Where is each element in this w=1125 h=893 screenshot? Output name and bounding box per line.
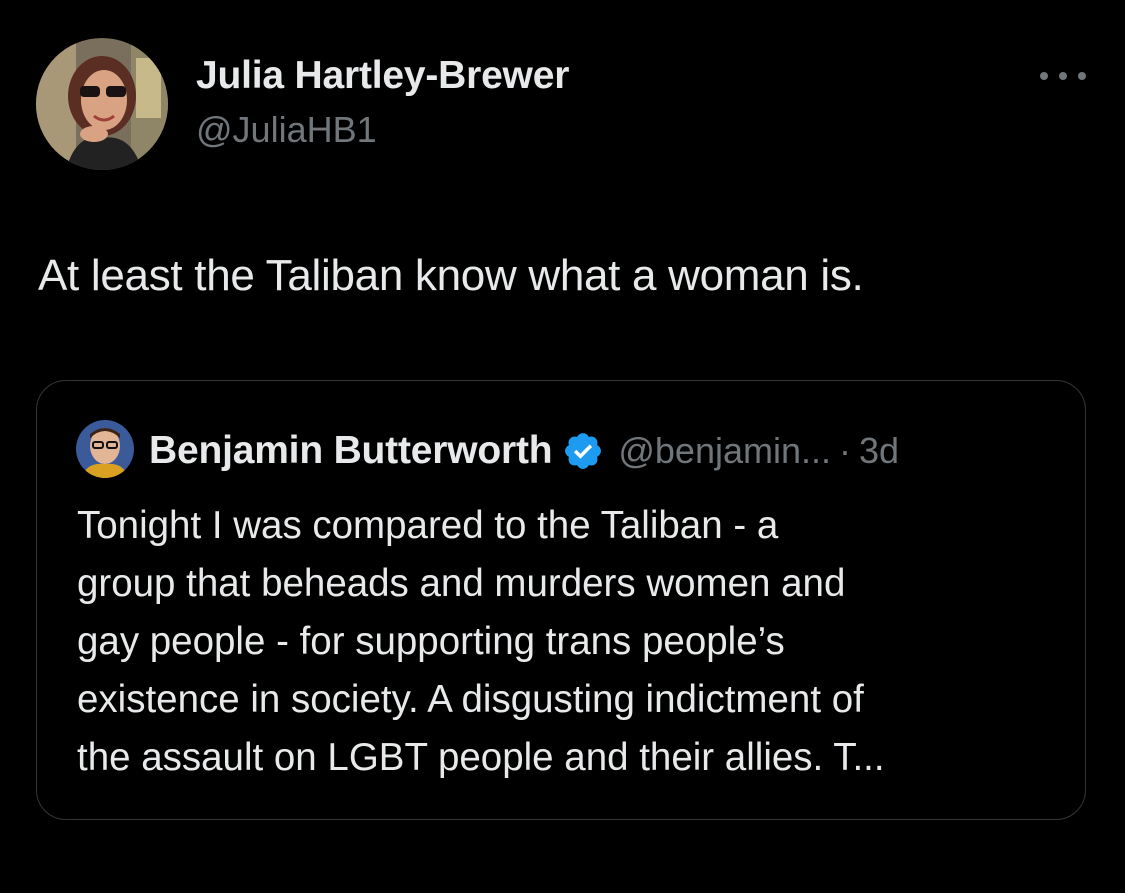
verified-badge-icon: [565, 433, 602, 469]
quoted-author-handle[interactable]: @benjamin...: [618, 430, 831, 472]
author-avatar[interactable]: [36, 38, 168, 170]
author-photo: [36, 38, 168, 170]
author-name[interactable]: Julia Hartley-Brewer: [196, 54, 569, 98]
quoted-text-line: group that beheads and murders women and: [77, 562, 846, 605]
quoted-author-avatar[interactable]: [76, 420, 134, 478]
quoted-tweet-time[interactable]: 3d: [859, 430, 899, 472]
separator-dot: ·: [839, 430, 852, 471]
quoted-author-photo: [76, 420, 134, 478]
author-handle[interactable]: @JuliaHB1: [196, 109, 377, 151]
quoted-tweet-header: Benjamin Butterworth @benjamin... · 3d: [149, 427, 899, 475]
quoted-author-name[interactable]: Benjamin Butterworth: [149, 429, 553, 473]
quoted-text-line: gay people - for supporting trans people…: [77, 620, 785, 663]
more-options-icon[interactable]: [1040, 62, 1086, 90]
tweet-text: At least the Taliban know what a woman i…: [38, 251, 864, 300]
tweet[interactable]: Julia Hartley-Brewer @JuliaHB1 At least …: [0, 0, 1125, 893]
more-dot: [1078, 72, 1086, 80]
more-dot: [1059, 72, 1067, 80]
quoted-text-line: the assault on LGBT people and their all…: [77, 736, 885, 779]
quoted-tweet-card[interactable]: Benjamin Butterworth @benjamin... · 3d T…: [36, 380, 1086, 820]
quoted-text-line: Tonight I was compared to the Taliban - …: [77, 504, 779, 547]
quoted-tweet-text: Tonight I was compared to the Taliban - …: [77, 497, 1077, 787]
quoted-text-line: existence in society. A disgusting indic…: [77, 678, 864, 721]
more-dot: [1040, 72, 1048, 80]
